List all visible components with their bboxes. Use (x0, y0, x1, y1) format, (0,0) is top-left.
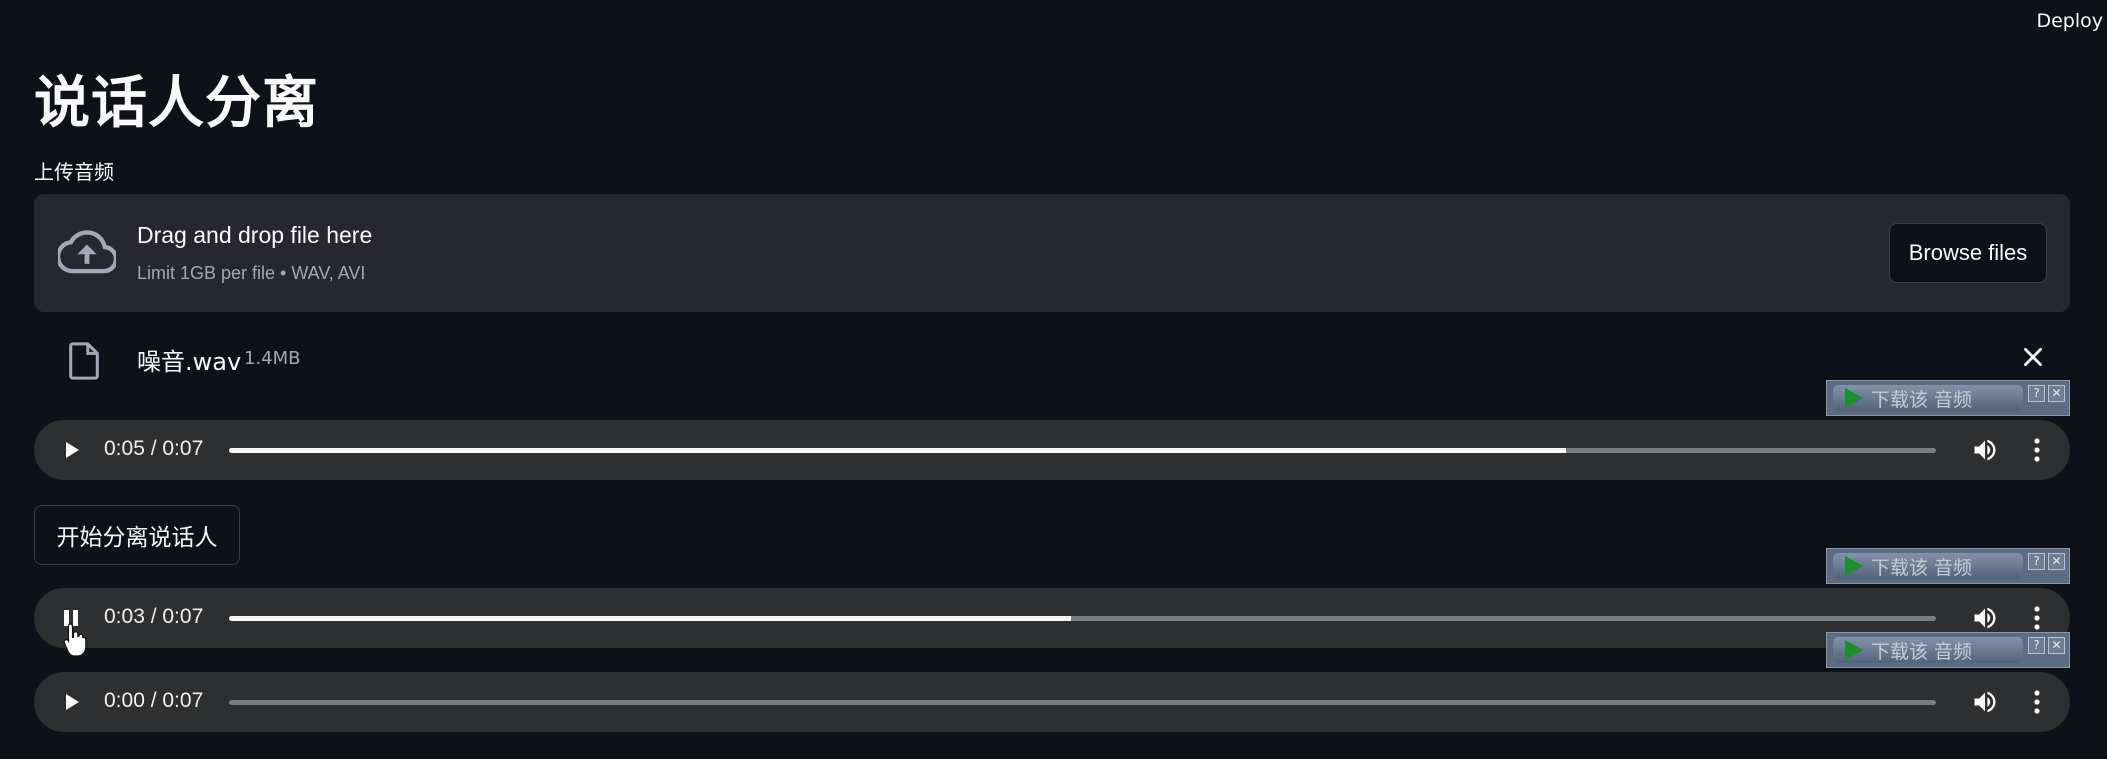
audio-player: 0:03 / 0:07 (34, 588, 2070, 648)
play-triangle-icon (1845, 640, 1863, 660)
download-audio-button[interactable]: 下载该 音频 (1833, 553, 2023, 579)
close-icon[interactable]: ✕ (2048, 553, 2065, 570)
download-audio-overlay: 下载该 音频 ? ✕ (1826, 380, 2070, 416)
play-triangle-icon (1845, 388, 1863, 408)
file-icon (69, 342, 99, 380)
file-size: 1.4MB (244, 348, 301, 369)
uploader-label: 上传音频 (34, 160, 114, 184)
audio-progress-track[interactable] (229, 448, 1936, 453)
download-audio-label: 下载该 音频 (1871, 556, 1973, 579)
file-dropzone[interactable]: Drag and drop file here Limit 1GB per fi… (34, 194, 2070, 312)
close-icon[interactable]: ✕ (2048, 637, 2065, 654)
play-triangle-icon (1845, 556, 1863, 576)
download-audio-button[interactable]: 下载该 音频 (1833, 385, 2023, 411)
audio-time: 0:03 / 0:07 (104, 605, 204, 628)
uploaded-file: 噪音.wav 1.4MB (34, 330, 2070, 390)
dropzone-instructions: Drag and drop file here (137, 222, 373, 248)
help-icon[interactable]: ? (2028, 385, 2045, 402)
start-diarization-button[interactable]: 开始分离说话人 (34, 505, 240, 565)
audio-progress-fill (229, 448, 1567, 453)
download-audio-overlay: 下载该 音频 ? ✕ (1826, 548, 2070, 584)
dropzone-limit: Limit 1GB per file • WAV, AVI (137, 263, 366, 283)
file-name: 噪音.wav (137, 348, 242, 376)
more-options-icon[interactable] (2032, 688, 2042, 716)
close-icon[interactable] (2020, 344, 2046, 370)
audio-time: 0:00 / 0:07 (104, 689, 204, 712)
more-options-icon[interactable] (2032, 604, 2042, 632)
page-title: 说话人分离 (34, 71, 319, 136)
download-audio-label: 下载该 音频 (1871, 388, 1973, 411)
audio-player: 0:00 / 0:07 (34, 672, 2070, 732)
more-options-icon[interactable] (2032, 436, 2042, 464)
volume-icon[interactable] (1970, 688, 2000, 716)
play-icon[interactable] (56, 435, 86, 465)
audio-progress-track[interactable] (229, 616, 1936, 621)
download-audio-button[interactable]: 下载该 音频 (1833, 637, 2023, 663)
browse-files-button[interactable]: Browse files (1889, 223, 2047, 283)
volume-icon[interactable] (1970, 436, 2000, 464)
audio-progress-track[interactable] (229, 700, 1936, 705)
volume-icon[interactable] (1970, 604, 2000, 632)
audio-player: 0:05 / 0:07 (34, 420, 2070, 480)
close-icon[interactable]: ✕ (2048, 385, 2065, 402)
download-audio-label: 下载该 音频 (1871, 640, 1973, 663)
hand-cursor-icon (63, 623, 87, 657)
download-audio-overlay: 下载该 音频 ? ✕ (1826, 632, 2070, 668)
help-icon[interactable]: ? (2028, 637, 2045, 654)
deploy-button[interactable]: Deploy (2036, 10, 2103, 32)
help-icon[interactable]: ? (2028, 553, 2045, 570)
audio-time: 0:05 / 0:07 (104, 437, 204, 460)
audio-progress-fill (229, 616, 1072, 621)
play-icon[interactable] (56, 687, 86, 717)
cloud-upload-icon (58, 230, 116, 274)
